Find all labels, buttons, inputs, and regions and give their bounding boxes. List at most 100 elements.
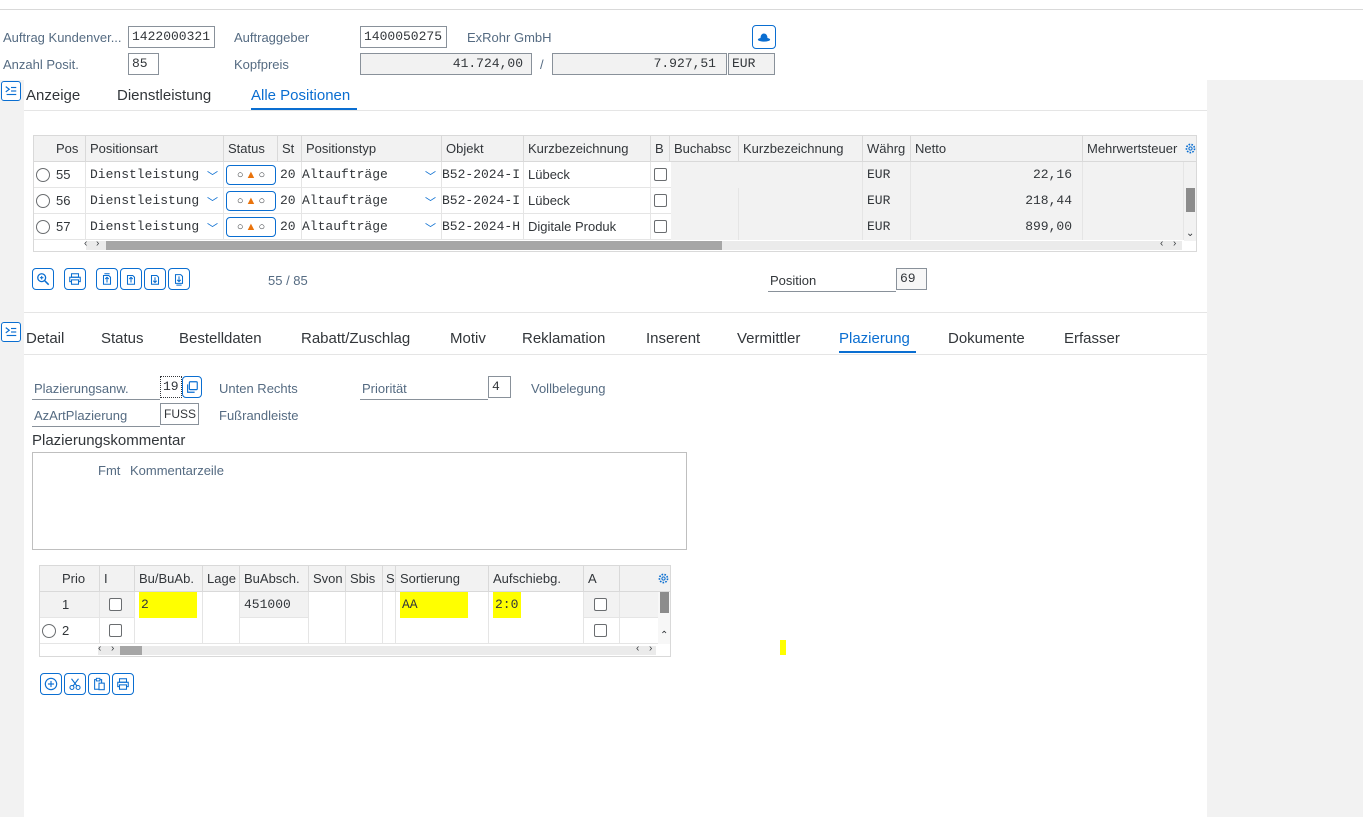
tab-motiv[interactable]: Motiv xyxy=(450,330,486,347)
col-status[interactable]: Status xyxy=(224,136,278,162)
previous-page-button[interactable] xyxy=(120,268,142,290)
row-select-radio[interactable] xyxy=(36,194,50,208)
row-select-radio[interactable] xyxy=(36,168,50,182)
col-positionsart[interactable]: Positionsart xyxy=(86,136,224,162)
cell-lage[interactable] xyxy=(203,592,240,618)
scroll-right-icon[interactable]: › xyxy=(1173,238,1176,249)
order-field[interactable]: 1422000321 xyxy=(128,26,215,48)
cell-aufschiebg[interactable]: 2:0 xyxy=(489,592,584,618)
chevron-down-icon[interactable]: ﹀ xyxy=(425,220,436,236)
col-prio[interactable]: Prio xyxy=(40,566,100,592)
scroll-left-icon[interactable]: ‹ xyxy=(98,643,101,654)
tab-detail[interactable]: Detail xyxy=(26,330,64,347)
first-page-button[interactable] xyxy=(96,268,118,290)
hat-icon-button[interactable] xyxy=(752,25,776,49)
table-row[interactable]: 2 xyxy=(40,618,658,644)
col-svon[interactable]: Svon xyxy=(309,566,346,592)
col-buabsch[interactable]: BuAbsch. xyxy=(240,566,309,592)
value-help-button[interactable] xyxy=(182,376,202,398)
col-objekt[interactable]: Objekt xyxy=(442,136,524,162)
cell-positionsart[interactable]: Dienstleistung xyxy=(86,162,224,188)
tab-status[interactable]: Status xyxy=(101,330,144,347)
cell-s[interactable] xyxy=(383,618,396,644)
vertical-scrollbar[interactable]: ⌄ xyxy=(1184,162,1196,241)
cell-positionsart[interactable]: Dienstleistung xyxy=(86,188,224,214)
paste-button[interactable] xyxy=(88,673,110,695)
col-buchabsc[interactable]: Buchabsc xyxy=(670,136,739,162)
scroll-left-icon[interactable]: ‹ xyxy=(1160,238,1163,249)
cell-positionstyp[interactable]: Altaufträge xyxy=(298,214,442,240)
priority-field[interactable]: 4 xyxy=(488,376,511,398)
settings-gear-icon[interactable] xyxy=(1184,142,1197,155)
cell-s[interactable] xyxy=(383,592,396,618)
cell-sbis[interactable] xyxy=(346,592,383,618)
cell-positionsart[interactable]: Dienstleistung xyxy=(86,214,224,240)
tab-dokumente[interactable]: Dokumente xyxy=(948,330,1025,347)
table-row[interactable]: 1 2 451000 AA 2:0 xyxy=(40,592,658,618)
tab-erfasser[interactable]: Erfasser xyxy=(1064,330,1120,347)
azart-field[interactable]: FUSS xyxy=(160,403,199,425)
chevron-down-icon[interactable]: ﹀ xyxy=(207,220,218,236)
status-button[interactable]: ○ ▲ ○ xyxy=(226,217,276,237)
scroll-up-icon[interactable]: ⌃ xyxy=(660,630,668,641)
cell-positionstyp[interactable]: Altaufträge xyxy=(298,162,442,188)
next-page-button[interactable] xyxy=(144,268,166,290)
tab-rabatt-zuschlag[interactable]: Rabatt/Zuschlag xyxy=(301,330,410,347)
cell-bu-buab[interactable] xyxy=(135,618,203,644)
status-button[interactable]: ○ ▲ ○ xyxy=(226,165,276,185)
col-a[interactable]: A xyxy=(584,566,620,592)
tab-plazierung[interactable]: Plazierung xyxy=(839,330,910,347)
price-field-2[interactable]: 7.927,51 xyxy=(552,53,727,75)
col-mehrwertsteuer[interactable]: Mehrwertsteuer xyxy=(1083,136,1183,162)
tab-inserent[interactable]: Inserent xyxy=(646,330,700,347)
scroll-left-icon[interactable]: ‹ xyxy=(84,238,87,249)
row-checkbox[interactable] xyxy=(654,168,667,181)
scroll-right-icon[interactable]: › xyxy=(96,238,99,249)
row-select-radio[interactable] xyxy=(36,220,50,234)
menu-toggle-icon[interactable] xyxy=(1,81,21,101)
row-select-radio[interactable] xyxy=(42,624,56,638)
scroll-down-icon[interactable]: ⌄ xyxy=(1186,228,1194,239)
scroll-left-icon[interactable]: ‹ xyxy=(636,643,639,654)
cell-positionstyp[interactable]: Altaufträge xyxy=(298,188,442,214)
client-field[interactable]: 1400050275 xyxy=(360,26,447,48)
col-bu-buab[interactable]: Bu/BuAb. xyxy=(135,566,203,592)
tab-anzeige[interactable]: Anzeige xyxy=(26,87,80,104)
tab-dienstleistung[interactable]: Dienstleistung xyxy=(117,87,211,104)
cut-button[interactable] xyxy=(64,673,86,695)
scroll-right-icon[interactable]: › xyxy=(111,643,114,654)
cell-svon[interactable] xyxy=(309,592,346,618)
cell-aufschiebg[interactable] xyxy=(489,618,584,644)
currency-field[interactable]: EUR xyxy=(728,53,775,75)
scroll-thumb[interactable] xyxy=(660,592,669,613)
chevron-down-icon[interactable]: ﹀ xyxy=(207,194,218,210)
count-field[interactable]: 85 xyxy=(128,53,159,75)
cell-lage[interactable] xyxy=(203,618,240,644)
tab-vermittler[interactable]: Vermittler xyxy=(737,330,800,347)
col-netto[interactable]: Netto xyxy=(911,136,1083,162)
col-sortierung[interactable]: Sortierung xyxy=(396,566,489,592)
zoom-button[interactable] xyxy=(32,268,54,290)
col-pos[interactable]: Pos xyxy=(34,136,86,162)
tab-bestelldaten[interactable]: Bestelldaten xyxy=(179,330,262,347)
settings-gear-icon[interactable] xyxy=(657,572,670,585)
col-kurzbezeichnung[interactable]: Kurzbezeichnung xyxy=(524,136,651,162)
chevron-down-icon[interactable]: ﹀ xyxy=(207,168,218,184)
col-lage[interactable]: Lage xyxy=(203,566,240,592)
status-button[interactable]: ○ ▲ ○ xyxy=(226,191,276,211)
tab-alle-positionen[interactable]: Alle Positionen xyxy=(251,87,350,104)
price-field[interactable]: 41.724,00 xyxy=(360,53,532,75)
menu-toggle-icon[interactable] xyxy=(1,322,21,342)
table-row[interactable]: 57 Dienstleistung ﹀ ○ ▲ ○ 20 Altaufträge ﹀… xyxy=(34,214,1184,240)
row-checkbox[interactable] xyxy=(654,220,667,233)
print-button[interactable] xyxy=(64,268,86,290)
comment-box[interactable]: Fmt Kommentarzeile xyxy=(32,452,687,550)
col-s[interactable]: S xyxy=(383,566,396,592)
scroll-right-icon[interactable]: › xyxy=(649,643,652,654)
row-checkbox[interactable] xyxy=(654,194,667,207)
col-waehrung[interactable]: Währg xyxy=(863,136,911,162)
col-i[interactable]: I xyxy=(100,566,135,592)
table-row[interactable]: 55 Dienstleistung ﹀ ○ ▲ ○ 20 Altaufträge ﹀… xyxy=(34,162,1184,188)
chevron-down-icon[interactable]: ﹀ xyxy=(425,194,436,210)
col-st[interactable]: St xyxy=(278,136,302,162)
